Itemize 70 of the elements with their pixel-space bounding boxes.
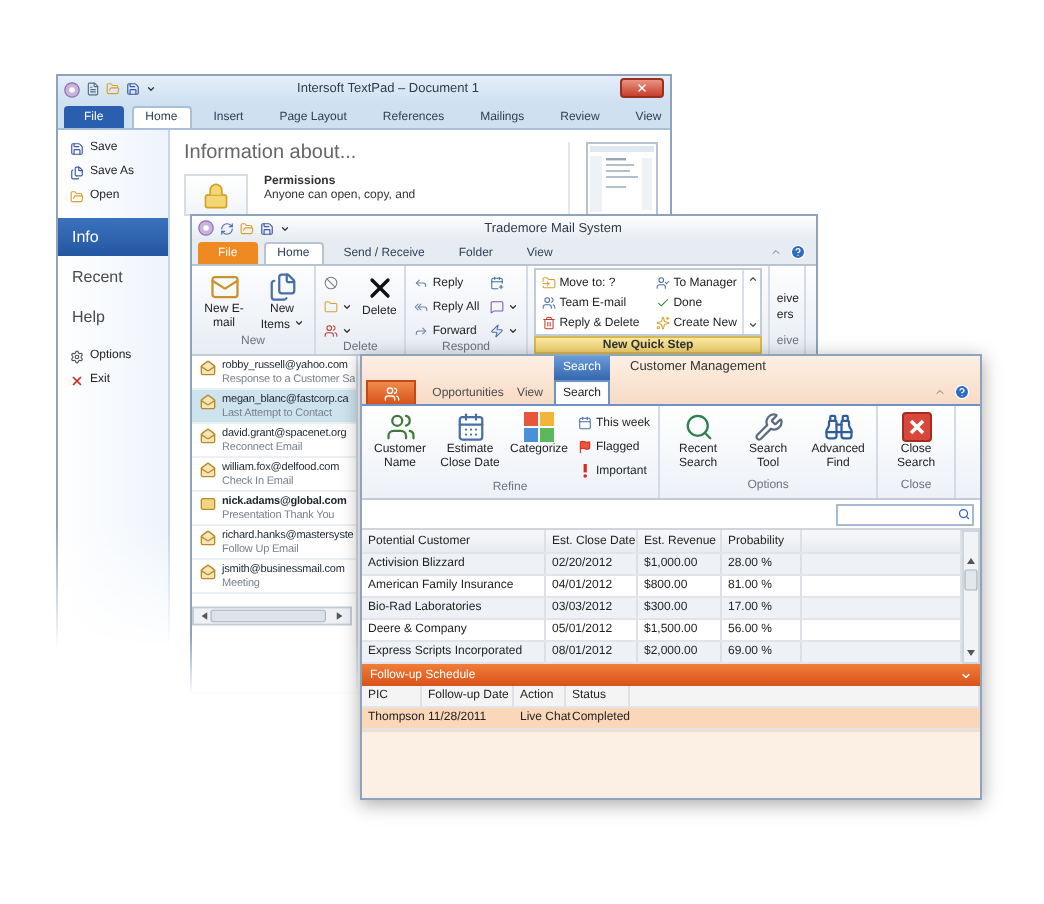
menu-section[interactable]: Recent <box>58 258 168 296</box>
open-envelope-icon <box>200 564 216 580</box>
search-icon <box>683 412 714 442</box>
page-heading: Information about... <box>184 142 359 164</box>
check-icon <box>655 296 670 310</box>
search-icon <box>958 508 970 520</box>
open-envelope-icon <box>200 428 216 444</box>
permissions-button[interactable] <box>184 174 248 216</box>
scrollbar-drawing[interactable] <box>192 606 352 626</box>
folder-icon <box>70 189 84 203</box>
open-envelope-icon <box>200 394 216 410</box>
app-icon[interactable] <box>64 81 80 97</box>
save-as-icon <box>70 165 84 179</box>
color-squares-icon <box>524 412 554 442</box>
expand-icon[interactable] <box>960 669 972 681</box>
wrench-icon <box>753 412 784 442</box>
new-document-icon[interactable] <box>86 82 100 96</box>
lightning-icon <box>489 324 504 338</box>
close-icon <box>636 81 648 93</box>
open-envelope-icon <box>200 360 216 376</box>
people-icon <box>385 412 415 442</box>
icon-button[interactable] <box>322 296 354 318</box>
caret-icon[interactable] <box>146 84 156 94</box>
caret-icon[interactable] <box>280 223 290 233</box>
calendar-icon <box>489 276 504 290</box>
calendar-icon <box>578 416 593 430</box>
calendar-icon <box>455 412 485 442</box>
folder-icon <box>324 300 338 314</box>
open-envelope-icon <box>200 462 216 478</box>
flag-icon <box>578 440 593 454</box>
search-field[interactable] <box>836 503 974 525</box>
binoculars-icon <box>823 412 854 442</box>
reply-all-icon <box>414 300 429 314</box>
forward-icon <box>414 324 429 338</box>
envelope-icon <box>209 272 239 302</box>
help-icon[interactable] <box>954 383 970 400</box>
folder-icon[interactable] <box>240 221 254 235</box>
close-button[interactable] <box>620 77 664 97</box>
message-icon <box>489 300 504 314</box>
trash-icon <box>541 316 556 330</box>
folder-icon <box>541 276 556 290</box>
close-icon <box>70 373 84 387</box>
menu-section[interactable]: Info <box>58 218 168 256</box>
reply-icon <box>414 276 429 290</box>
icon-button[interactable] <box>487 320 520 342</box>
scroll-up-icon[interactable] <box>747 274 758 284</box>
settings-icon <box>70 349 84 363</box>
help-icon[interactable] <box>790 244 806 260</box>
documents-icon <box>267 272 297 302</box>
app-tab[interactable] <box>366 380 416 404</box>
people-icon <box>541 296 556 310</box>
icon-button[interactable] <box>322 320 354 342</box>
lock-icon <box>202 181 230 209</box>
sync-icon[interactable] <box>220 221 234 235</box>
menu-section[interactable]: Help <box>58 298 168 336</box>
people-icon <box>324 324 338 338</box>
exclamation-icon <box>578 464 593 478</box>
icon-button[interactable] <box>487 296 520 318</box>
close-icon <box>901 412 932 442</box>
sparkle-icon <box>655 316 670 330</box>
scroll-down-icon[interactable] <box>747 320 758 330</box>
person-icon <box>655 276 670 290</box>
people-icon <box>383 385 399 401</box>
app-icon[interactable] <box>198 220 214 236</box>
scrollbar-drawing[interactable] <box>962 530 980 664</box>
open-envelope-icon <box>200 530 216 546</box>
save-icon[interactable] <box>260 221 274 235</box>
save-icon[interactable] <box>126 82 140 96</box>
save-icon <box>70 141 84 155</box>
block-icon <box>324 276 338 290</box>
